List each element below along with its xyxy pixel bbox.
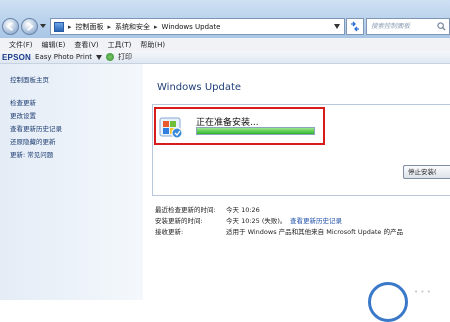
- refresh-button[interactable]: [346, 18, 364, 35]
- sidebar: 控制面板主页 检查更新 更改设置 查看更新历史记录 还原隐藏的更新 更新: 常见…: [0, 64, 143, 300]
- address-bar[interactable]: ▸ 控制面板 ▸ 系统和安全 ▸ Windows Update: [50, 18, 345, 35]
- refresh-icon: [351, 21, 359, 32]
- search-icon[interactable]: [437, 22, 446, 31]
- control-panel-icon: [54, 21, 64, 32]
- menu-bar: 文件(F) 编辑(E) 查看(V) 工具(T) 帮助(H): [0, 38, 450, 51]
- breadcrumb-system-security[interactable]: 系统和安全: [115, 22, 150, 32]
- easy-photo-print-button[interactable]: Easy Photo Print: [35, 53, 92, 61]
- menu-file[interactable]: 文件(F): [9, 40, 33, 50]
- watermark-text: • • •: [414, 288, 431, 296]
- stop-install-button[interactable]: 停止安装(: [403, 165, 450, 179]
- breadcrumb-windows-update[interactable]: Windows Update: [162, 23, 221, 31]
- sidebar-control-panel-home[interactable]: 控制面板主页: [10, 74, 49, 84]
- recent-pages-dropdown-icon[interactable]: [40, 23, 46, 29]
- sidebar-item-update-history[interactable]: 查看更新历史记录: [10, 123, 62, 133]
- forward-arrow-icon: [27, 22, 34, 31]
- epson-logo: EPSON: [2, 52, 32, 62]
- sidebar-item-check-updates[interactable]: 检查更新: [10, 97, 36, 107]
- menu-edit[interactable]: 编辑(E): [42, 40, 66, 50]
- forward-button[interactable]: [21, 18, 38, 35]
- back-button[interactable]: [2, 18, 19, 35]
- breadcrumb-control-panel[interactable]: 控制面板: [76, 22, 104, 32]
- receive-value: 适用于 Windows 产品和其他来自 Microsoft Update 的产品: [226, 228, 403, 236]
- address-dropdown-icon[interactable]: [334, 24, 340, 29]
- decorative-circle: [368, 282, 408, 322]
- receive-label: 接收更新:: [155, 228, 184, 236]
- update-history-link[interactable]: 查看更新历史记录: [290, 215, 342, 225]
- chevron-down-icon[interactable]: [96, 54, 103, 60]
- search-placeholder: 搜索控制面板: [371, 22, 410, 30]
- installed-label: 安装更新的时间:: [155, 217, 203, 225]
- print-button[interactable]: 打印: [118, 52, 132, 62]
- menu-view[interactable]: 查看(V): [74, 40, 98, 50]
- breadcrumb-separator-icon[interactable]: ▸: [108, 23, 112, 31]
- back-arrow-icon: [6, 22, 13, 31]
- sidebar-item-restore-hidden[interactable]: 还原隐藏的更新: [10, 136, 56, 146]
- sidebar-item-change-settings[interactable]: 更改设置: [10, 110, 36, 120]
- sidebar-item-faq[interactable]: 更新: 常见问题: [10, 149, 53, 159]
- last-check-label: 最近检查更新的时间:: [155, 206, 216, 214]
- toolbar: EPSON Easy Photo Print 打印: [0, 51, 450, 64]
- last-check-value: 今天 10:26: [226, 206, 260, 214]
- installed-value: 今天 10:25 (失败)。: [226, 217, 287, 225]
- breadcrumb-separator-icon[interactable]: ▸: [68, 23, 72, 31]
- window-titlebar: ▸ 控制面板 ▸ 系统和安全 ▸ Windows Update 搜索控制面板: [0, 0, 450, 38]
- page-title: Windows Update: [157, 82, 242, 93]
- search-input[interactable]: 搜索控制面板: [366, 18, 450, 35]
- highlight-annotation: [154, 107, 325, 145]
- breadcrumb-separator-icon[interactable]: ▸: [154, 23, 158, 31]
- print-icon[interactable]: [106, 53, 115, 61]
- menu-tools[interactable]: 工具(T): [108, 40, 132, 50]
- menu-help[interactable]: 帮助(H): [140, 40, 165, 50]
